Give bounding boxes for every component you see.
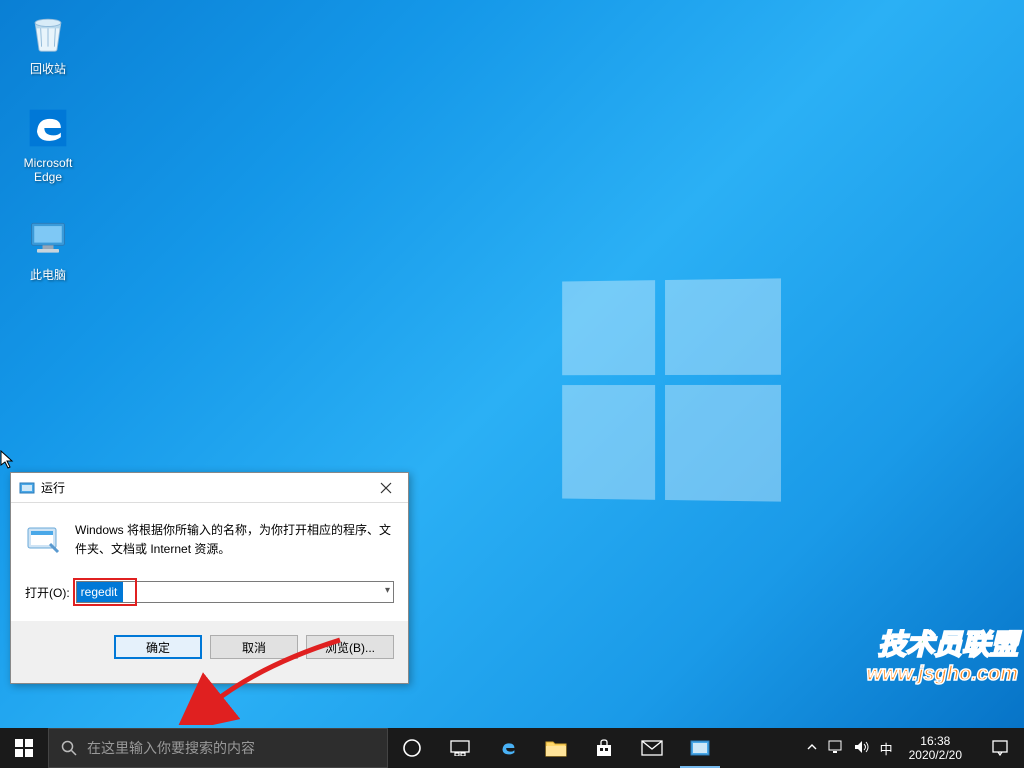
run-dialog-title: 运行: [41, 479, 363, 496]
run-dialog-body: Windows 将根据你所输入的名称，为你打开相应的程序、文件夹、文档或 Int…: [11, 503, 408, 621]
task-view-icon: [450, 740, 470, 756]
watermark-url: www.jsgho.com: [867, 663, 1019, 686]
taskbar-edge[interactable]: [484, 728, 532, 768]
cancel-button[interactable]: 取消: [210, 635, 298, 659]
desktop-icon-recycle-bin[interactable]: 回收站: [10, 8, 86, 77]
desktop-icon-edge[interactable]: Microsoft Edge: [10, 104, 86, 184]
taskbar-explorer[interactable]: [532, 728, 580, 768]
taskbar-task-view[interactable]: [436, 728, 484, 768]
taskbar-mail[interactable]: [628, 728, 676, 768]
run-dialog-taskbar-icon: [690, 740, 710, 756]
desktop-icon-label: Microsoft Edge: [10, 156, 86, 184]
search-icon: [61, 740, 77, 756]
tray-chevron-up-icon[interactable]: [806, 741, 818, 756]
run-dialog-buttons: 确定 取消 浏览(B)...: [11, 621, 408, 673]
edge-icon: [497, 737, 519, 759]
tray-network-icon[interactable]: [828, 740, 844, 757]
browse-button[interactable]: 浏览(B)...: [306, 635, 394, 659]
taskbar-cortana[interactable]: [388, 728, 436, 768]
taskbar: 在这里输入你要搜索的内容: [0, 728, 1024, 768]
run-dialog-icon: [19, 480, 35, 496]
taskbar-run-dialog[interactable]: [676, 728, 724, 768]
edge-icon: [24, 104, 72, 152]
windows-icon: [15, 739, 33, 757]
desktop-icon-label: 回收站: [10, 60, 86, 77]
notifications-icon: [991, 739, 1009, 757]
run-input[interactable]: [76, 581, 394, 603]
action-center-button[interactable]: [976, 728, 1024, 768]
taskbar-clock[interactable]: 16:38 2020/2/20: [903, 734, 968, 763]
watermark-title: 技术员联盟: [867, 623, 1019, 663]
ok-button[interactable]: 确定: [114, 635, 202, 659]
desktop-icon-label: 此电脑: [10, 266, 86, 283]
taskbar-search[interactable]: 在这里输入你要搜索的内容: [48, 728, 388, 768]
cortana-icon: [402, 738, 422, 758]
tray-ime-icon[interactable]: 中: [880, 739, 893, 758]
run-open-label: 打开(O):: [25, 584, 70, 601]
desktop-icon-this-pc[interactable]: 此电脑: [10, 214, 86, 283]
run-dialog: 运行 Windows 将根据你所输入的名称，为你打开相应的程序、文件夹、文档或: [10, 472, 409, 684]
folder-icon: [545, 739, 567, 757]
system-tray: 中 16:38 2020/2/20: [798, 728, 976, 768]
close-button[interactable]: [363, 473, 408, 503]
close-icon: [380, 482, 392, 494]
windows-logo-wallpaper: [562, 278, 781, 501]
taskbar-search-placeholder: 在这里输入你要搜索的内容: [87, 738, 255, 758]
this-pc-icon: [24, 214, 72, 262]
run-dialog-titlebar[interactable]: 运行: [11, 473, 408, 503]
desktop: 回收站 Microsoft Edge 此电脑: [0, 0, 1024, 728]
taskbar-time: 16:38: [909, 734, 962, 748]
mail-icon: [641, 740, 663, 756]
store-icon: [594, 738, 614, 758]
tray-volume-icon[interactable]: [854, 740, 870, 757]
run-prompt-icon: [25, 521, 61, 557]
taskbar-date: 2020/2/20: [909, 748, 962, 762]
start-button[interactable]: [0, 728, 48, 768]
run-dialog-description: Windows 将根据你所输入的名称，为你打开相应的程序、文件夹、文档或 Int…: [75, 521, 394, 559]
taskbar-store[interactable]: [580, 728, 628, 768]
cursor-icon: [0, 450, 16, 470]
recycle-bin-icon: [24, 8, 72, 56]
watermark: 技术员联盟 www.jsgho.com: [867, 623, 1019, 686]
